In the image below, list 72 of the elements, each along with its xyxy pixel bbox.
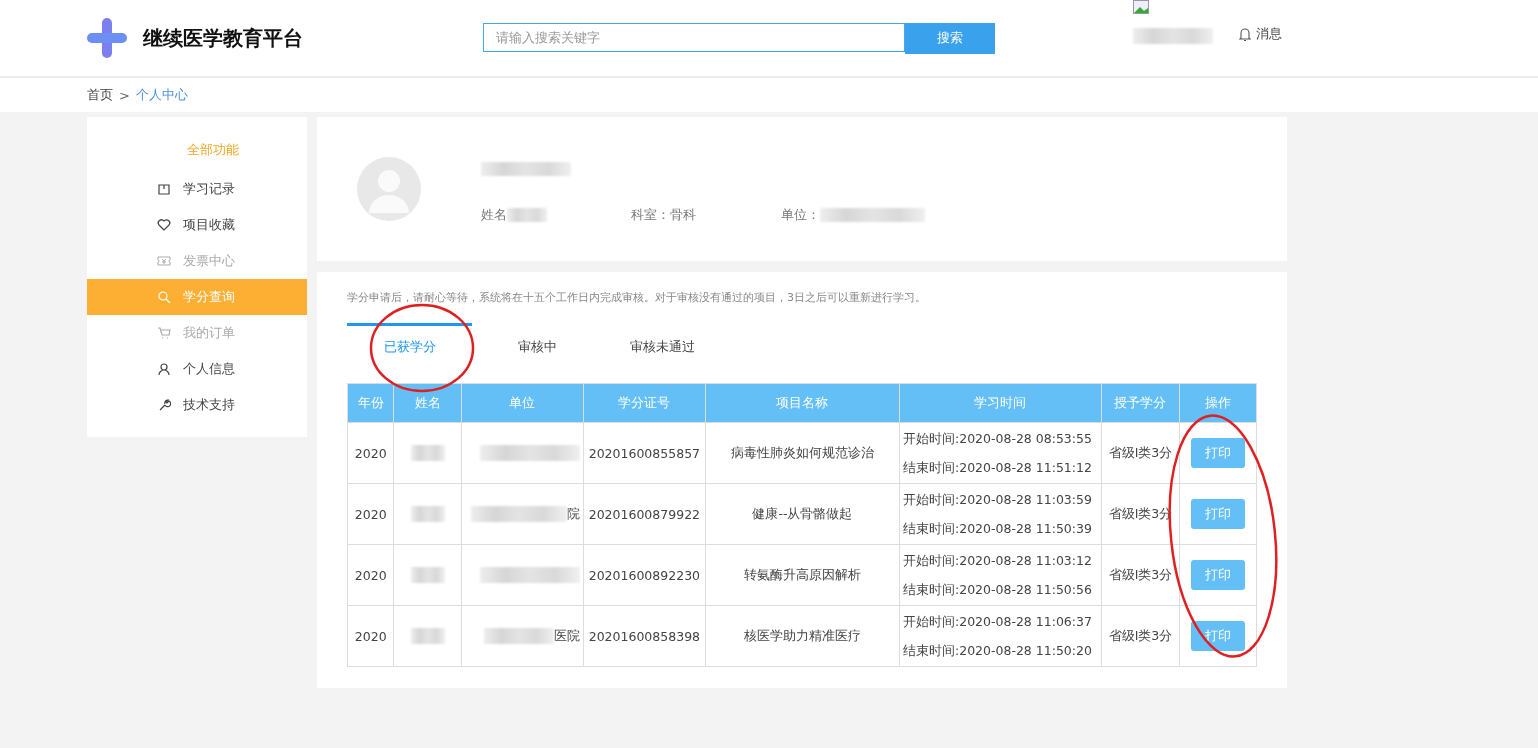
table-cell: 2020	[347, 605, 394, 667]
column-header: 年份	[347, 383, 394, 423]
ticket-icon	[157, 254, 171, 268]
sidebar-item[interactable]: 技术支持	[87, 387, 307, 423]
tab[interactable]: 审核中	[472, 323, 602, 367]
redacted-name	[410, 628, 445, 644]
column-header: 学习时间	[899, 383, 1102, 423]
breadcrumb-link[interactable]: 个人中心	[135, 86, 188, 104]
end-time: 结束时间:2020-08-28 11:50:20	[902, 642, 1093, 660]
column-header: 项目名称	[705, 383, 900, 423]
user-icon	[157, 362, 171, 376]
start-time: 开始时间:2020-08-28 08:53:55	[902, 430, 1093, 448]
table-cell: 20201600858398	[583, 605, 706, 667]
breadcrumb-separator: >	[119, 87, 130, 103]
sidebar-heading: 全部功能	[186, 141, 240, 159]
site-title: 继续医学教育平台	[143, 24, 304, 52]
table-cell: 健康--从骨骼做起	[705, 483, 900, 545]
table-cell: 2020	[347, 544, 394, 606]
table-cell: 2020	[347, 483, 394, 545]
table-cell: 20201600855857	[583, 422, 706, 484]
column-header: 操作	[1179, 383, 1257, 423]
sidebar-item[interactable]: 项目收藏	[87, 207, 307, 243]
sidebar-item[interactable]: 学习记录	[87, 171, 307, 207]
end-time: 结束时间:2020-08-28 11:50:56	[902, 581, 1093, 599]
search-field[interactable]: 请输入搜索关键字	[483, 22, 905, 52]
cart-icon	[157, 326, 171, 340]
column-header: 姓名	[393, 383, 462, 423]
column-header: 学分证号	[583, 383, 706, 423]
profile-field-label: 单位：	[781, 206, 820, 224]
redacted-unit	[483, 628, 554, 644]
book-icon	[157, 182, 171, 196]
column-header: 单位	[461, 383, 584, 423]
table-cell: 病毒性肺炎如何规范诊治	[705, 422, 900, 484]
unit-text: 院	[566, 505, 580, 523]
search-button[interactable]: 搜索	[905, 22, 995, 54]
logo-icon	[87, 18, 127, 58]
print-button[interactable]: 打印	[1191, 438, 1246, 468]
redacted-text	[507, 208, 547, 222]
search-icon	[157, 290, 171, 304]
print-button[interactable]: 打印	[1191, 560, 1246, 590]
table-cell: 20201600879922	[583, 483, 706, 545]
profile-field-label: 科室：骨科	[631, 206, 696, 224]
messages-link[interactable]: 消息	[1238, 25, 1282, 43]
wrench-icon	[157, 398, 171, 412]
table-cell: 2020	[347, 422, 394, 484]
notice-text: 学分申请后，请耐心等待，系统将在十五个工作日内完成审核。对于审核没有通过的项目，3日之后可以重新进行学习。	[347, 290, 927, 305]
start-time: 开始时间:2020-08-28 11:06:37	[902, 613, 1093, 631]
print-button[interactable]: 打印	[1191, 499, 1246, 529]
profile-field-label: 姓名	[481, 206, 507, 224]
redacted-name	[410, 567, 445, 583]
bell-icon	[1238, 26, 1252, 42]
breadcrumb-link[interactable]: 首页	[87, 86, 113, 104]
unit-text: 医院	[553, 627, 580, 645]
end-time: 结束时间:2020-08-28 11:51:12	[902, 459, 1093, 477]
table-cell: 转氨酶升高原因解析	[705, 544, 900, 606]
tab[interactable]: 审核未通过	[602, 323, 722, 367]
broken-image-icon	[1133, 0, 1149, 14]
table-cell: 省级I类3分	[1101, 605, 1180, 667]
table-cell: 20201600892230	[583, 544, 706, 606]
start-time: 开始时间:2020-08-28 11:03:12	[902, 552, 1093, 570]
start-time: 开始时间:2020-08-28 11:03:59	[902, 491, 1093, 509]
table-cell: 省级I类3分	[1101, 422, 1180, 484]
column-header: 授予学分	[1101, 383, 1180, 423]
sidebar-item[interactable]: 个人信息	[87, 351, 307, 387]
tab[interactable]: 已获学分	[347, 323, 472, 367]
sidebar-item[interactable]: 学分查询	[87, 279, 307, 315]
redacted-name	[410, 506, 445, 522]
redacted-name	[410, 445, 445, 461]
table-cell: 核医学助力精准医疗	[705, 605, 900, 667]
end-time: 结束时间:2020-08-28 11:50:39	[902, 520, 1093, 538]
table-cell: 省级I类3分	[1101, 544, 1180, 606]
heart-icon	[157, 218, 171, 232]
